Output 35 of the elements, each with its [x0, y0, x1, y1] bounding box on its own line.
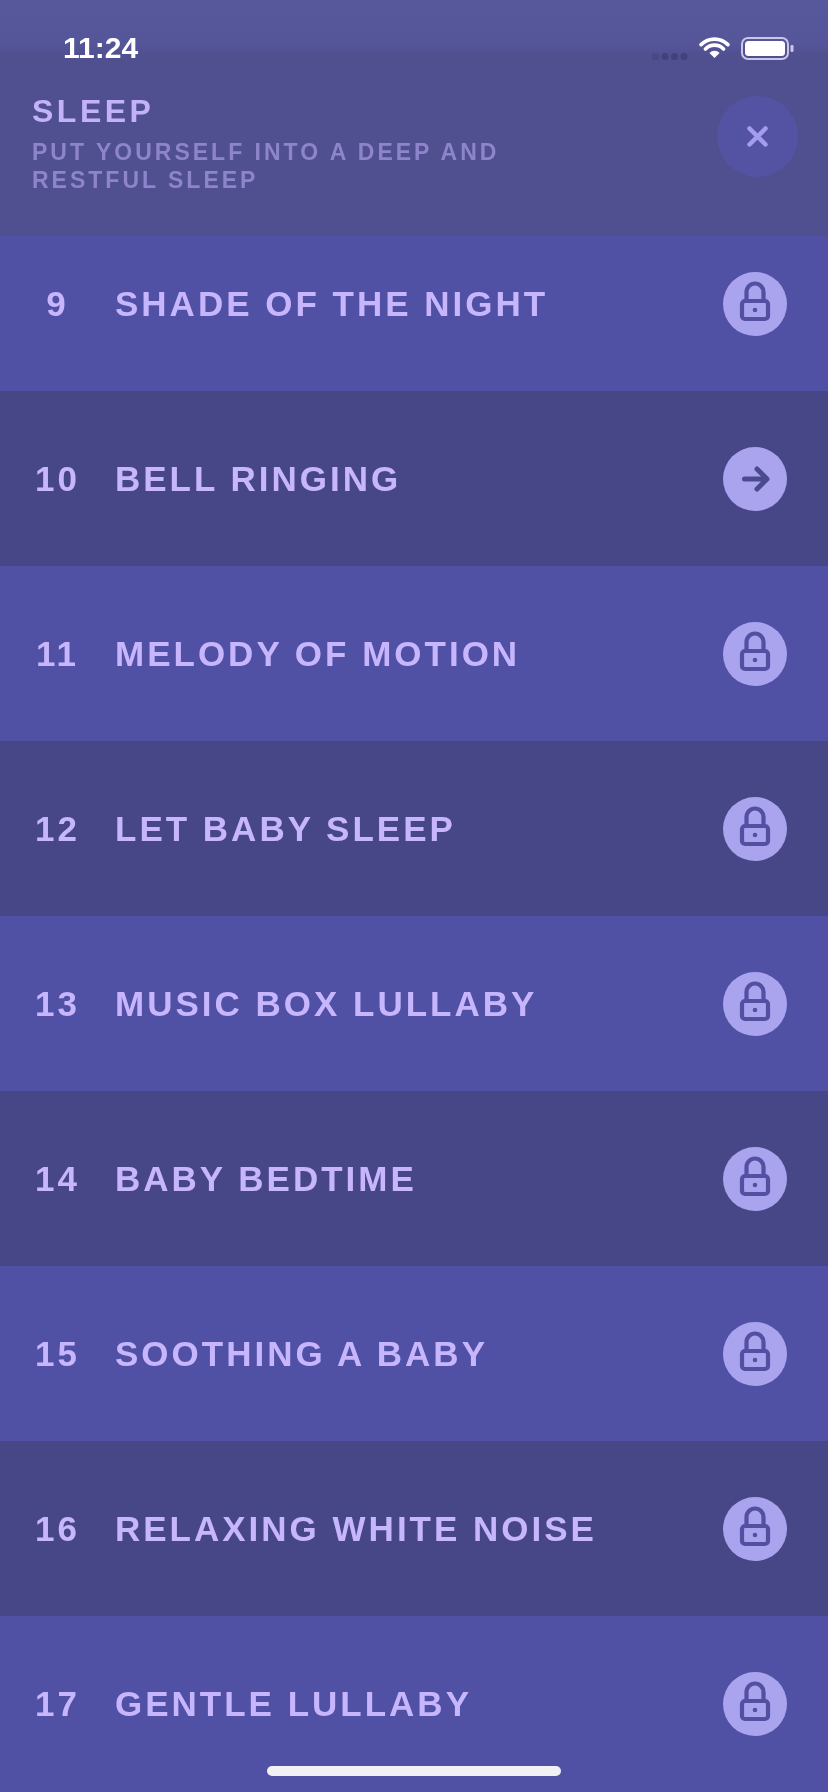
track-title: RELAXING WHITE NOISE	[115, 1508, 598, 1549]
track-number: 17	[34, 1683, 81, 1724]
track-row[interactable]: 13 MUSIC BOX LULLABY	[0, 916, 828, 1091]
page-title: SLEEP	[32, 93, 156, 129]
arrow-right-icon[interactable]	[723, 446, 787, 511]
track-title: LET BABY SLEEP	[115, 808, 457, 849]
track-row[interactable]: 15 SOOTHING A BABY	[0, 1266, 828, 1441]
track-row[interactable]: 12 LET BABY SLEEP	[0, 741, 828, 916]
track-number: 12	[34, 808, 81, 849]
track-row[interactable]: 17 GENTLE LULLABY	[0, 1616, 828, 1791]
track-number: 10	[34, 458, 81, 499]
track-number: 13	[34, 983, 81, 1024]
track-row[interactable]: 9 SHADE OF THE NIGHT	[0, 236, 828, 391]
signal-dots-icon	[652, 52, 688, 60]
track-title: MUSIC BOX LULLABY	[115, 983, 539, 1024]
track-row[interactable]: 10 BELL RINGING	[0, 391, 828, 566]
track-title: SOOTHING A BABY	[115, 1333, 489, 1374]
status-time: 11:24	[63, 30, 139, 66]
wifi-icon	[699, 37, 730, 59]
track-number: 9	[45, 283, 70, 324]
track-number: 16	[34, 1508, 81, 1549]
track-row[interactable]: 16 RELAXING WHITE NOISE	[0, 1441, 828, 1616]
page-subtitle: PUT YOURSELF INTO A DEEP AND RESTFUL SLEEP	[32, 138, 501, 194]
track-title: SHADE OF THE NIGHT	[115, 283, 550, 324]
track-title: GENTLE LULLABY	[115, 1683, 473, 1724]
track-title: BELL RINGING	[115, 458, 403, 499]
track-title: MELODY OF MOTION	[115, 633, 522, 674]
close-icon	[747, 126, 768, 147]
track-title: BABY BEDTIME	[115, 1158, 418, 1199]
track-number: 11	[35, 633, 80, 674]
track-number: 14	[34, 1158, 81, 1199]
track-row[interactable]: 11 MELODY OF MOTION	[0, 566, 828, 741]
battery-icon	[741, 36, 794, 60]
track-number: 15	[34, 1333, 81, 1374]
track-row[interactable]: 14 BABY BEDTIME	[0, 1091, 828, 1266]
